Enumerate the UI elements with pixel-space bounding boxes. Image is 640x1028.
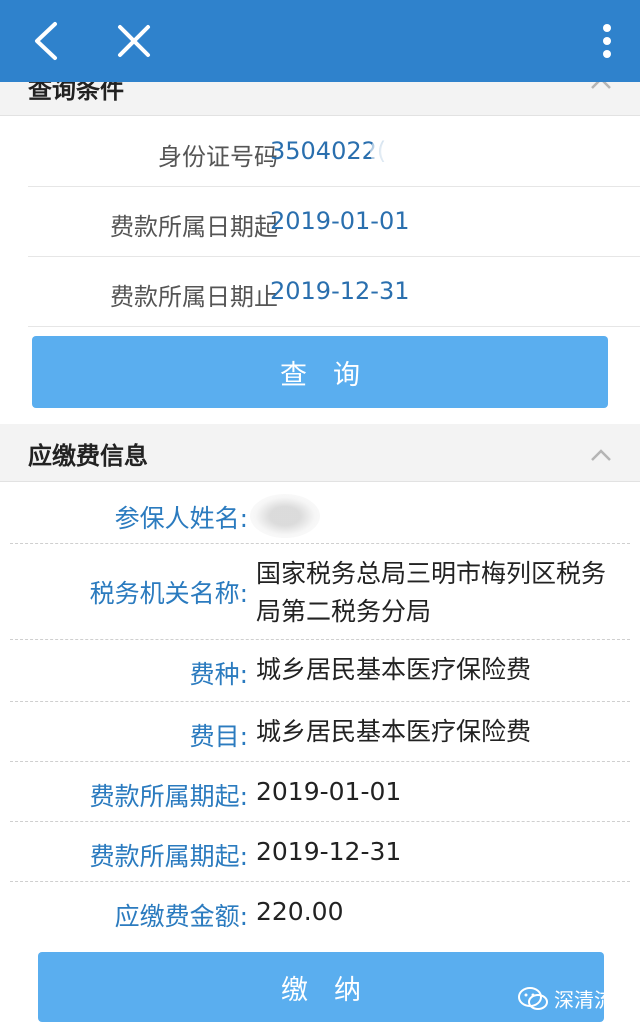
period-start-row: 费款所属期起: 2019-01-01 [10, 762, 630, 822]
end-date-label: 费款所属日期止 [110, 283, 278, 311]
chevron-left-icon [35, 22, 57, 60]
watermark: 深清流明 [518, 984, 634, 1013]
fee-item-row: 费目: 城乡居民基本医疗保险费 [10, 702, 630, 762]
fee-type-value: 城乡居民基本医疗保险费 [256, 655, 532, 684]
payment-info-section-header[interactable]: 应缴费信息 [0, 424, 640, 482]
close-button[interactable] [108, 0, 160, 82]
privacy-blur [370, 128, 440, 176]
fee-item-value: 城乡居民基本医疗保险费 [256, 717, 532, 746]
fee-item-label: 费目: [189, 722, 248, 751]
end-date-value[interactable]: 2019-12-31 [270, 277, 409, 305]
amount-due-label: 应缴费金额: [114, 902, 248, 931]
tax-office-row: 税务机关名称: 国家税务总局三明市梅列区税务局第二税务分局 [10, 544, 630, 640]
query-button[interactable]: 查询 [32, 336, 608, 408]
period-end-value: 2019-12-31 [256, 837, 402, 866]
end-date-row[interactable]: 费款所属日期止 2019-12-31 [28, 257, 640, 327]
period-start-label: 费款所属期起: [89, 782, 248, 811]
back-button[interactable] [20, 0, 70, 82]
start-date-row[interactable]: 费款所属日期起 2019-01-01 [28, 187, 640, 257]
period-end-label: 费款所属期起: [89, 842, 248, 871]
more-vertical-icon [603, 24, 611, 58]
tax-office-value: 国家税务总局三明市梅列区税务局第二税务分局 [256, 559, 607, 626]
watermark-text: 深清流明 [554, 988, 634, 1012]
close-icon [118, 25, 150, 57]
start-date-label: 费款所属日期起 [110, 213, 278, 241]
amount-due-value: 220.00 [256, 897, 344, 926]
privacy-blur [496, 126, 562, 172]
insured-name-label: 参保人姓名: [114, 504, 248, 533]
fee-type-row: 费种: 城乡居民基本医疗保险费 [10, 640, 630, 702]
top-navigation-bar [0, 0, 640, 82]
insured-name-row: 参保人姓名: [10, 484, 630, 544]
payment-info-section-title: 应缴费信息 [28, 442, 148, 470]
period-start-value: 2019-01-01 [256, 777, 402, 806]
id-number-value[interactable]: 3504022( [270, 137, 386, 165]
payment-query-screen: 查询条件 身份证号码 3504022( 费款所属日期起 2019-01-01 费… [0, 0, 640, 1028]
chevron-up-icon [591, 449, 611, 461]
period-end-row: 费款所属期起: 2019-12-31 [10, 822, 630, 882]
id-number-label: 身份证号码 [158, 143, 278, 171]
wechat-icon [518, 986, 548, 1010]
tax-office-label: 税务机关名称: [89, 579, 248, 608]
fee-type-label: 费种: [189, 660, 248, 689]
amount-due-row: 应缴费金额: 220.00 [10, 882, 630, 944]
privacy-blur [250, 494, 320, 538]
start-date-value[interactable]: 2019-01-01 [270, 207, 409, 235]
more-options-button[interactable] [592, 0, 622, 82]
